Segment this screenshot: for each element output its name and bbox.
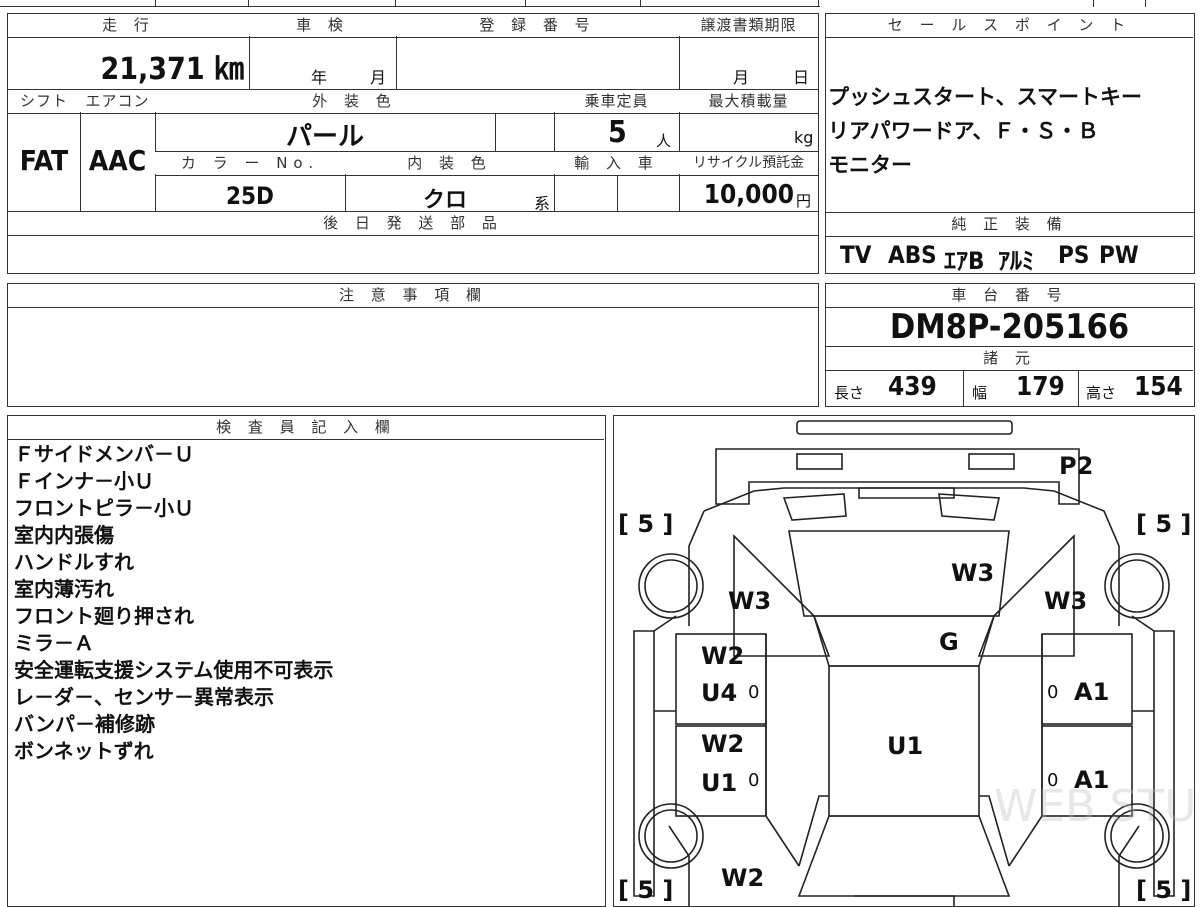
inspector-note: 安全運転支援システム使用不可表示 [14, 658, 334, 682]
transfer-month-unit: 月 [733, 68, 750, 87]
inspector-note: ミラ－Ａ [14, 631, 94, 655]
mark-left-u1: U1 [701, 769, 737, 797]
mark-rear: P2 [1059, 452, 1093, 480]
capacity-unit: 人 [656, 132, 672, 150]
length-value: 439 [888, 372, 937, 402]
mileage-value: 21,371 ㎞ [100, 52, 244, 87]
mark-right-0a: 0 [1047, 682, 1058, 703]
mark-left-0b: 0 [748, 770, 759, 791]
capacity-label: 乗車定員 [554, 90, 679, 112]
shift-label: シフト [8, 90, 80, 112]
equipment-airbag: ｴｱB [944, 247, 985, 275]
mark-right-rear-glass: W3 [1044, 587, 1087, 615]
color-number-value: 25D [226, 182, 274, 210]
interior-color-label: 内 装 色 [345, 152, 554, 174]
equipment-label: 純 正 装 備 [826, 213, 1193, 235]
chassis-number: DM8P-205166 [889, 307, 1130, 347]
equipment-tv: TV [840, 241, 872, 269]
shaken-month-unit: 月 [370, 68, 387, 87]
top-strip [0, 0, 1200, 8]
max-load-label: 最大積載量 [679, 90, 818, 112]
mark-right-a1a: A1 [1074, 678, 1109, 706]
chassis-label: 車 台 番 号 [826, 284, 1193, 306]
chassis-box: 車 台 番 号 DM8P-205166 諸 元 長さ 439 幅 179 高さ … [825, 283, 1195, 407]
width-label: 幅 [972, 384, 988, 402]
mark-tr: [ 5 ] [1136, 510, 1191, 538]
recycle-fee-unit: 円 [796, 192, 812, 210]
sales-point-line-3: モニター [828, 153, 912, 177]
inspector-note: 室内薄汚れ [14, 577, 114, 601]
sales-point-line-1: プッシュスタート、スマートキー [828, 85, 1142, 109]
mark-rear-glass: W3 [951, 559, 994, 587]
height-label: 高さ [1086, 384, 1117, 402]
length-label: 長さ [834, 384, 865, 402]
inspector-note: フロントピラ－小Ｕ [14, 496, 194, 520]
sales-point-box: セ ー ル ス ポ イ ン ト プッシュスタート、スマートキー リアパワードア、… [825, 13, 1195, 213]
interior-color-value: クロ [422, 188, 467, 213]
mark-left-u4: U4 [701, 679, 737, 707]
inspector-note: バンパ－補修跡 [14, 712, 155, 736]
equipment-abs: ABS [888, 241, 937, 269]
import-label: 輸 入 車 [554, 152, 679, 174]
inspector-note: 室内内張傷 [14, 523, 114, 547]
equipment-ps: PS [1058, 241, 1090, 269]
later-parts-label: 後 日 発 送 部 品 [8, 212, 818, 234]
vehicle-info-table: 走 行 車 検 登 録 番 号 譲渡書類期限 21,371 ㎞ 年 月 月 日 … [7, 13, 819, 274]
mark-right-a1b: A1 [1074, 766, 1109, 794]
interior-suffix: 系 [534, 194, 551, 213]
mileage-label: 走 行 [8, 14, 249, 36]
caution-box: 注 意 事 項 欄 [7, 283, 819, 407]
transfer-day-unit: 日 [793, 68, 810, 87]
inspector-note: ハンドルすれ [14, 550, 134, 574]
mark-right-0b: 0 [1047, 770, 1058, 791]
mark-front: W2 [721, 864, 764, 892]
color-number-label: カ ラ ー No. [155, 152, 345, 174]
recycle-fee-value: 10,000 [703, 180, 794, 210]
inspector-note: Ｆサイドメンバ－Ｕ [14, 442, 194, 466]
equipment-alloy: ｱﾙﾐ [998, 247, 1034, 275]
registration-label: 登 録 番 号 [396, 14, 679, 36]
mark-left-w2a: W2 [701, 642, 744, 670]
capacity-value: 5 [608, 115, 627, 150]
mark-roof: G [939, 628, 959, 656]
damage-diagram-box: WEB STUDIO PRO P2 [ 5 ] [ 5 ] [ 5 ] [ 5 … [613, 415, 1195, 907]
mark-left-0a: 0 [748, 682, 759, 703]
inspector-note: Ｆインナ－小Ｕ [14, 469, 154, 493]
mark-left-w2b: W2 [701, 730, 744, 758]
ac-label: エアコン [80, 90, 155, 112]
height-value: 154 [1134, 372, 1183, 402]
width-value: 179 [1016, 372, 1065, 402]
inspector-note: フロント廻り押され [14, 604, 194, 628]
exterior-color-label: 外 装 色 [155, 90, 554, 112]
shaken-year-unit: 年 [311, 68, 328, 87]
specs-label: 諸 元 [826, 347, 1193, 369]
inspector-note: レ－ダ－、センサ－異常表示 [14, 685, 274, 709]
mark-tl: [ 5 ] [618, 510, 673, 538]
mark-center: U1 [887, 732, 923, 760]
transfer-deadline-label: 譲渡書類期限 [679, 14, 818, 36]
car-diagram: WEB STUDIO PRO P2 [ 5 ] [ 5 ] [ 5 ] [ 5 … [618, 420, 1194, 906]
inspector-label: 検 査 員 記 入 欄 [8, 416, 604, 438]
mark-left-rear-glass: W3 [728, 587, 771, 615]
equipment-pw: PW [1099, 241, 1139, 269]
inspector-note: ボンネットずれ [14, 739, 154, 763]
ac-value: AAC [88, 144, 147, 177]
recycle-fee-label: リサイクル預託金 [679, 152, 818, 174]
sales-point-line-2: リアパワードア、Ｆ・Ｓ・Ｂ [828, 119, 1099, 143]
shaken-label: 車 検 [249, 14, 396, 36]
inspector-box: 検 査 員 記 入 欄 Ｆサイドメンバ－Ｕ Ｆインナ－小Ｕ フロントピラ－小Ｕ … [7, 415, 606, 907]
equipment-box: 純 正 装 備 TV ABS ｴｱB ｱﾙﾐ PS PW [825, 212, 1195, 275]
inspector-notes: Ｆサイドメンバ－Ｕ Ｆインナ－小Ｕ フロントピラ－小Ｕ 室内内張傷 ハンドルすれ… [14, 441, 333, 765]
exterior-color-value: パール [285, 122, 364, 152]
sales-point-label: セ ー ル ス ポ イ ン ト [826, 14, 1193, 36]
shift-value: FAT [19, 144, 69, 177]
caution-label: 注 意 事 項 欄 [8, 284, 818, 306]
load-unit: kg [794, 128, 814, 147]
